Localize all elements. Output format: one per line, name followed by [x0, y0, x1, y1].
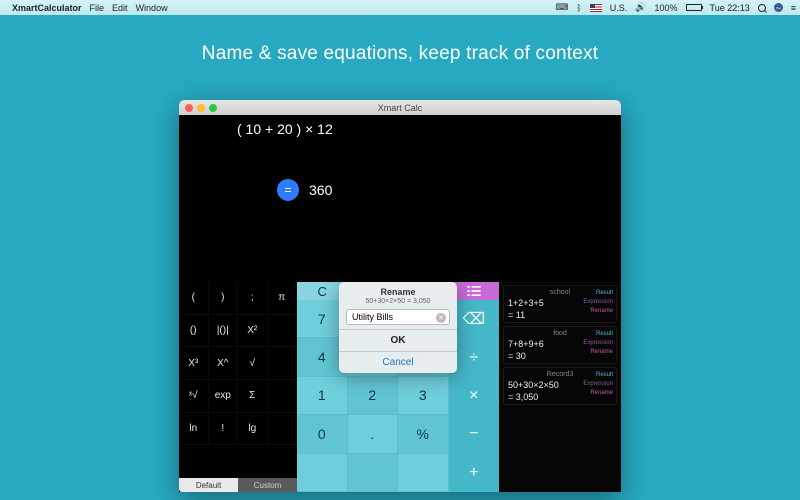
dialog-title: Rename: [339, 282, 457, 298]
sci-key-factorial[interactable]: !: [209, 413, 239, 446]
sci-key-xpow[interactable]: X^: [209, 347, 239, 380]
key-bottom1[interactable]: [297, 454, 348, 492]
key-bottom2[interactable]: [348, 454, 399, 492]
sci-key-exp[interactable]: exp: [209, 380, 239, 413]
history-card[interactable]: food Result Expression Rename 7+8+9+6 = …: [503, 326, 617, 364]
key-0[interactable]: 0: [297, 415, 348, 453]
equals-badge[interactable]: =: [277, 179, 299, 201]
sci-tab-custom[interactable]: Custom: [238, 478, 297, 492]
menubar-clock[interactable]: Tue 22:13: [710, 3, 750, 13]
dialog-subtitle: 50+30×2×50 = 3,050: [339, 298, 457, 309]
history-action-result[interactable]: Result: [583, 371, 613, 380]
window-title: Xmart Calc: [179, 103, 621, 113]
clear-input-icon[interactable]: ✕: [436, 313, 446, 323]
menubar-app-name[interactable]: XmartCalculator: [12, 3, 82, 13]
sci-key-blank4[interactable]: [268, 413, 298, 446]
sci-key-lparen[interactable]: (: [179, 282, 209, 315]
op-plus[interactable]: +: [449, 454, 500, 492]
volume-icon[interactable]: 🔊: [635, 2, 646, 13]
sci-key-x2[interactable]: X²: [238, 315, 268, 348]
history-action-expression[interactable]: Expression: [583, 298, 613, 307]
rename-input[interactable]: [346, 309, 450, 325]
history-action-rename[interactable]: Rename: [583, 348, 613, 357]
history-action-expression[interactable]: Expression: [583, 380, 613, 389]
history-action-result[interactable]: Result: [583, 330, 613, 339]
ok-button[interactable]: OK: [339, 329, 457, 351]
history-card[interactable]: school Result Expression Rename 1+2+3+5 …: [503, 285, 617, 323]
sci-tab-default[interactable]: Default: [179, 478, 238, 492]
op-minus[interactable]: −: [449, 415, 500, 453]
volume-level: 100%: [655, 3, 678, 13]
calculator-display: ( 10 + 20 ) × 12 = 360: [179, 115, 621, 201]
keyboard-icon[interactable]: ⌨: [555, 2, 568, 13]
calculator-window: Xmart Calc ( 10 + 20 ) × 12 = 360 ( ) ; …: [179, 100, 621, 492]
sci-key-rparen[interactable]: ): [209, 282, 239, 315]
sci-key-lg[interactable]: lg: [238, 413, 268, 446]
sci-key-pi[interactable]: π: [268, 282, 298, 315]
history-action-expression[interactable]: Expression: [583, 339, 613, 348]
sci-key-sqrt[interactable]: √: [238, 347, 268, 380]
sci-key-ln[interactable]: ln: [179, 413, 209, 446]
rename-dialog: Rename 50+30×2×50 = 3,050 ✕ OK Cancel: [339, 282, 457, 373]
sci-key-blank2[interactable]: [268, 347, 298, 380]
bluetooth-icon[interactable]: ᛒ: [576, 3, 581, 13]
menu-window[interactable]: Window: [136, 3, 168, 13]
messenger-icon[interactable]: ~: [774, 3, 783, 12]
op-multiply[interactable]: ×: [449, 377, 500, 415]
key-2[interactable]: 2: [348, 377, 399, 415]
history-card[interactable]: Record3 Result Expression Rename 50+30×2…: [503, 367, 617, 405]
battery-icon[interactable]: [686, 4, 702, 11]
key-1[interactable]: 1: [297, 377, 348, 415]
input-source-flag-icon[interactable]: [590, 4, 602, 12]
sci-key-sigma[interactable]: Σ: [238, 380, 268, 413]
menu-file[interactable]: File: [90, 3, 105, 13]
window-titlebar[interactable]: Xmart Calc: [179, 100, 621, 115]
scientific-pad: ( ) ; π () |()| X² X³ X^ √ ˣ√ exp Σ ln !…: [179, 282, 297, 492]
result-text: 360: [309, 182, 332, 198]
key-bottom3[interactable]: [398, 454, 449, 492]
sci-key-nthroot[interactable]: ˣ√: [179, 380, 209, 413]
sci-key-abs[interactable]: |()|: [209, 315, 239, 348]
history-action-rename[interactable]: Rename: [583, 389, 613, 398]
key-dot[interactable]: .: [348, 415, 399, 453]
notification-center-icon[interactable]: ≡: [791, 3, 796, 13]
sci-key-blank1[interactable]: [268, 315, 298, 348]
key-3[interactable]: 3: [398, 377, 449, 415]
sci-key-blank3[interactable]: [268, 380, 298, 413]
menu-edit[interactable]: Edit: [112, 3, 128, 13]
expression-text: ( 10 + 20 ) × 12: [237, 121, 621, 137]
sci-key-semicolon[interactable]: ;: [238, 282, 268, 315]
macos-menubar: XmartCalculator File Edit Window ⌨ ᛒ U.S…: [0, 0, 800, 15]
sci-key-parens[interactable]: (): [179, 315, 209, 348]
history-action-rename[interactable]: Rename: [583, 307, 613, 316]
history-action-result[interactable]: Result: [583, 289, 613, 298]
history-panel: school Result Expression Rename 1+2+3+5 …: [499, 282, 621, 492]
sci-key-x3[interactable]: X³: [179, 347, 209, 380]
marketing-headline: Name & save equations, keep track of con…: [0, 43, 800, 65]
cancel-button[interactable]: Cancel: [339, 351, 457, 373]
key-percent[interactable]: %: [398, 415, 449, 453]
input-source-label[interactable]: U.S.: [610, 3, 628, 13]
list-icon: [467, 286, 481, 296]
spotlight-icon[interactable]: [758, 4, 766, 12]
